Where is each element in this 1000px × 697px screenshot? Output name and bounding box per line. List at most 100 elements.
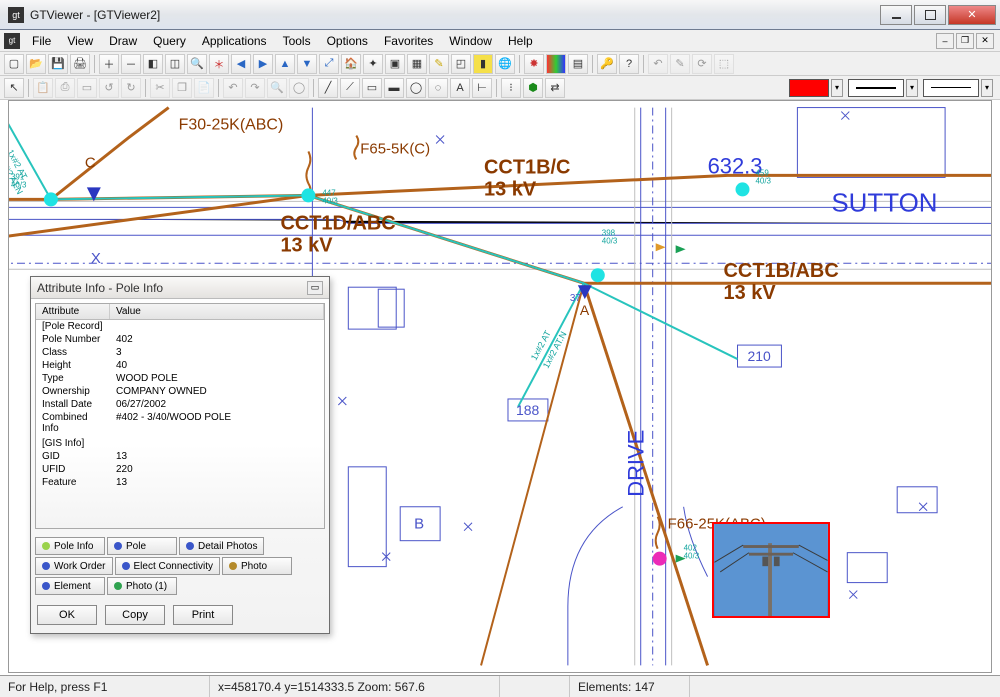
polyline-icon[interactable]: ⟋	[340, 78, 360, 98]
color-dropdown[interactable]: ▾	[831, 79, 843, 97]
tool-e-icon: ⬚	[714, 54, 734, 74]
tool-c-icon[interactable]: ▦	[407, 54, 427, 74]
search-icon[interactable]: 🔍	[187, 54, 207, 74]
home-icon[interactable]: 🏠	[341, 54, 361, 74]
zoom-extents-icon[interactable]: ◫	[165, 54, 185, 74]
menu-tools[interactable]: Tools	[275, 32, 319, 50]
grid-row[interactable]: [GIS Info]	[36, 437, 324, 450]
line-style-swatch[interactable]	[848, 79, 904, 97]
label-4032: 40/3	[322, 196, 338, 205]
filled-rect-icon[interactable]: ▬	[384, 78, 404, 98]
grid-row[interactable]: GID13	[36, 450, 324, 463]
line-weight-dropdown[interactable]: ▾	[981, 79, 993, 97]
panel-tab[interactable]: Photo (1)	[107, 577, 177, 595]
ellipse-icon[interactable]: ◌	[428, 78, 448, 98]
select-icon[interactable]: ＊	[209, 54, 229, 74]
panel-tab[interactable]: Work Order	[35, 557, 113, 575]
paste2-icon: 📄	[194, 78, 214, 98]
save-icon[interactable]: 💾	[48, 54, 68, 74]
panel-close-button[interactable]: ▭	[307, 281, 323, 295]
line-style-dropdown[interactable]: ▾	[906, 79, 918, 97]
menu-file[interactable]: File	[24, 32, 59, 50]
tool-a-icon[interactable]: ✦	[363, 54, 383, 74]
print-icon[interactable]: 🖨	[70, 54, 90, 74]
fit-icon[interactable]: ⤢	[319, 54, 339, 74]
menu-draw[interactable]: Draw	[101, 32, 145, 50]
link-icon[interactable]: ⇄	[545, 78, 565, 98]
grid-row[interactable]: UFID220	[36, 463, 324, 476]
panel-tab[interactable]: Photo	[222, 557, 292, 575]
pan-up-icon[interactable]: ▲	[275, 54, 295, 74]
label-188: 188	[516, 402, 540, 418]
text-icon[interactable]: A	[450, 78, 470, 98]
minimize-button[interactable]	[880, 5, 912, 25]
copy-button[interactable]: Copy	[105, 605, 165, 625]
grid-row[interactable]: Pole Number402	[36, 333, 324, 346]
menu-applications[interactable]: Applications	[194, 32, 275, 50]
key-icon[interactable]: 🔑	[597, 54, 617, 74]
mdi-minimize-button[interactable]: –	[936, 33, 954, 49]
close-button[interactable]	[948, 5, 996, 25]
rect-icon[interactable]: ▭	[362, 78, 382, 98]
tool-b-icon[interactable]: ▣	[385, 54, 405, 74]
photo-thumbnail[interactable]	[712, 522, 830, 618]
menu-query[interactable]: Query	[145, 32, 194, 50]
menu-window[interactable]: Window	[441, 32, 500, 50]
zoom-out-icon[interactable]: －	[121, 54, 141, 74]
target-icon[interactable]: ✸	[524, 54, 544, 74]
panel-tab[interactable]: Elect Connectivity	[115, 557, 220, 575]
grid-icon[interactable]: ▤	[568, 54, 588, 74]
grid-row[interactable]: Class3	[36, 346, 324, 359]
grid-col-attribute[interactable]: Attribute	[36, 304, 110, 319]
zoom-window-icon[interactable]: ◧	[143, 54, 163, 74]
cut-icon: ✂	[150, 78, 170, 98]
grid-row[interactable]: Height40	[36, 359, 324, 372]
panel-tab[interactable]: Detail Photos	[179, 537, 264, 555]
label-4035: 40/3	[684, 552, 700, 561]
dimension-icon[interactable]: ⊢	[472, 78, 492, 98]
erase-icon[interactable]: ◰	[451, 54, 471, 74]
grid-row[interactable]: Install Date06/27/2002	[36, 398, 324, 411]
pan-down-icon[interactable]: ▼	[297, 54, 317, 74]
grid-row[interactable]: TypeWOOD POLE	[36, 372, 324, 385]
menu-view[interactable]: View	[59, 32, 101, 50]
label-sutton: SUTTON	[831, 189, 937, 217]
legend-icon[interactable]	[546, 54, 566, 74]
pointer-icon[interactable]: ↖	[4, 78, 24, 98]
open-icon[interactable]: 📂	[26, 54, 46, 74]
pan-left-icon[interactable]: ◀	[231, 54, 251, 74]
node-icon[interactable]: ⬢	[523, 78, 543, 98]
panel-tab[interactable]: Pole	[107, 537, 177, 555]
mdi-close-button[interactable]: ✕	[976, 33, 994, 49]
panel-tab[interactable]: Pole Info	[35, 537, 105, 555]
ok-button[interactable]: OK	[37, 605, 97, 625]
panel-tab[interactable]: Element	[35, 577, 105, 595]
help-icon[interactable]: ?	[619, 54, 639, 74]
snap-icon[interactable]: ⁝	[501, 78, 521, 98]
grid-row[interactable]: Combined Info#402 - 3/40/WOOD POLE	[36, 411, 324, 435]
maximize-button[interactable]	[914, 5, 946, 25]
color-swatch[interactable]	[789, 79, 829, 97]
copy2-icon: ❐	[172, 78, 192, 98]
line-weight-swatch[interactable]	[923, 79, 979, 97]
line-icon[interactable]: ╱	[318, 78, 338, 98]
menu-favorites[interactable]: Favorites	[376, 32, 441, 50]
grid-row[interactable]: Feature13	[36, 476, 324, 489]
grid-row[interactable]: [Pole Record]	[36, 320, 324, 333]
new-icon[interactable]: ▢	[4, 54, 24, 74]
mdi-restore-button[interactable]: ❐	[956, 33, 974, 49]
grid-body[interactable]: [Pole Record]Pole Number402Class3Height4…	[36, 320, 324, 528]
globe-icon[interactable]: 🌐	[495, 54, 515, 74]
circle-icon[interactable]: ◯	[406, 78, 426, 98]
pan-right-icon[interactable]: ▶	[253, 54, 273, 74]
grid-col-value[interactable]: Value	[110, 304, 324, 319]
menu-help[interactable]: Help	[500, 32, 541, 50]
yellow-tool-icon[interactable]: ▮	[473, 54, 493, 74]
zoom-in-icon[interactable]: ＋	[99, 54, 119, 74]
label-kv13c: 13 kV	[724, 282, 777, 304]
print-button[interactable]: Print	[173, 605, 233, 625]
highlight-icon[interactable]: ✎	[429, 54, 449, 74]
menu-options[interactable]: Options	[319, 32, 376, 50]
grid-row[interactable]: OwnershipCOMPANY OWNED	[36, 385, 324, 398]
label-kv13a: 13 kV	[484, 178, 537, 200]
